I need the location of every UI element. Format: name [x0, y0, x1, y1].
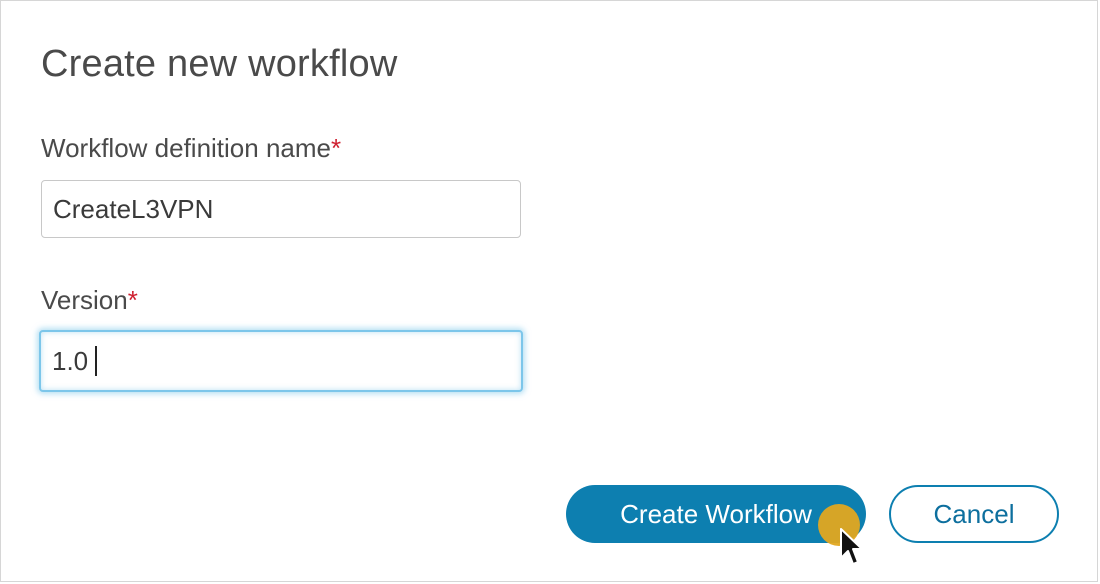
mouse-pointer-icon — [840, 528, 863, 565]
create-workflow-dialog: Create new workflow Workflow definition … — [0, 0, 1098, 582]
version-label: Version* — [41, 285, 138, 316]
workflow-name-label: Workflow definition name* — [41, 133, 341, 164]
text-caret — [95, 346, 97, 376]
workflow-name-label-text: Workflow definition name — [41, 133, 331, 163]
cancel-button[interactable]: Cancel — [889, 485, 1059, 543]
required-asterisk: * — [331, 133, 342, 163]
dialog-title: Create new workflow — [41, 43, 398, 85]
version-label-text: Version — [41, 285, 128, 315]
workflow-name-input[interactable] — [41, 180, 521, 238]
version-input[interactable] — [39, 330, 523, 392]
required-asterisk: * — [127, 285, 138, 315]
